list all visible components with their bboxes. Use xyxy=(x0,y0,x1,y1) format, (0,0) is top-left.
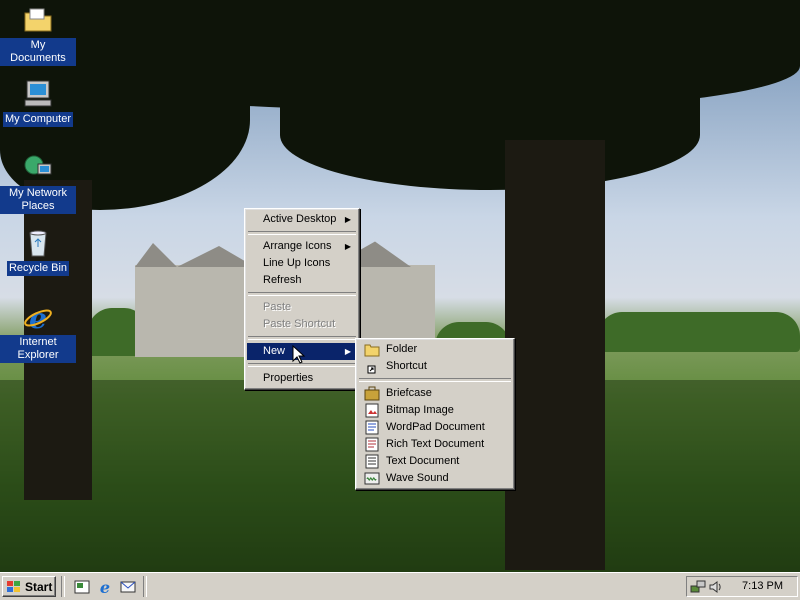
svg-text:e: e xyxy=(100,578,110,596)
menu-item-label: WordPad Document xyxy=(386,421,485,433)
menu-item-refresh[interactable]: Refresh xyxy=(247,272,357,289)
start-button[interactable]: Start xyxy=(2,576,56,597)
computer-icon xyxy=(24,80,52,107)
menu-item-label: Line Up Icons xyxy=(263,257,331,269)
menu-separator xyxy=(248,231,356,235)
menu-item-label: Arrange Icons xyxy=(263,240,332,252)
menu-item-label: Refresh xyxy=(263,274,302,286)
submenu-item-briefcase[interactable]: Briefcase xyxy=(358,385,512,402)
menu-item-label: Briefcase xyxy=(386,387,432,399)
menu-item-arrange-icons[interactable]: Arrange Icons ▶ xyxy=(247,238,357,255)
desktop-icon-label: My Network Places xyxy=(0,186,76,214)
taskbar-clock[interactable]: 7:13 PM xyxy=(742,577,783,596)
start-button-label: Start xyxy=(25,580,53,594)
internet-explorer-icon: e xyxy=(24,302,52,333)
volume-icon[interactable] xyxy=(708,579,724,595)
menu-item-label: Wave Sound xyxy=(386,472,449,484)
submenu-item-wordpad-document[interactable]: WordPad Document xyxy=(358,419,512,436)
menu-item-properties[interactable]: Properties xyxy=(247,370,357,387)
menu-item-label: Shortcut xyxy=(386,360,427,372)
desktop-icon-label: My Computer xyxy=(2,112,74,127)
menu-item-label: New xyxy=(263,345,286,357)
menu-item-paste[interactable]: Paste xyxy=(247,299,357,316)
desktop-icon-label: Internet Explorer xyxy=(0,335,76,363)
menu-separator xyxy=(248,292,356,296)
menu-item-label: Rich Text Document xyxy=(386,438,485,450)
wallpaper-tree-trunk xyxy=(505,140,605,570)
text-document-icon xyxy=(365,454,379,469)
desktop-icon-my-computer[interactable]: My Computer xyxy=(0,78,76,127)
submenu-arrow-icon: ▶ xyxy=(344,347,351,356)
outlook-express-quicklaunch-icon[interactable] xyxy=(119,578,137,596)
desktop-icon-my-documents[interactable]: My Documents xyxy=(0,4,76,66)
system-tray: 7:13 PM xyxy=(686,576,798,597)
folder-icon xyxy=(364,344,380,357)
menu-item-label: Bitmap Image xyxy=(386,404,454,416)
desktop-icon-label: Recycle Bin xyxy=(6,261,70,276)
show-desktop-icon[interactable] xyxy=(73,578,91,596)
wave-sound-icon xyxy=(364,472,380,485)
shortcut-icon xyxy=(367,365,376,374)
network-places-icon xyxy=(24,155,52,175)
menu-item-label: Active Desktop xyxy=(263,213,337,225)
menu-separator xyxy=(359,378,511,382)
submenu-item-shortcut[interactable]: Shortcut xyxy=(358,358,512,375)
folder-documents-icon xyxy=(24,8,52,32)
submenu-arrow-icon: ▶ xyxy=(344,242,351,251)
menu-item-label: Paste Shortcut xyxy=(263,318,336,330)
submenu-item-wave-sound[interactable]: Wave Sound xyxy=(358,470,512,487)
svg-text:e: e xyxy=(29,302,47,333)
submenu-item-text-document[interactable]: Text Document xyxy=(358,453,512,470)
menu-separator xyxy=(248,336,356,340)
mouse-cursor-icon xyxy=(292,345,306,364)
wallpaper-canopy xyxy=(280,80,700,190)
taskbar: Start e 7:13 PM xyxy=(0,572,800,600)
bitmap-image-icon xyxy=(365,403,379,418)
taskbar-divider xyxy=(143,576,147,597)
taskbar-divider xyxy=(61,576,65,597)
menu-item-label: Paste xyxy=(263,301,292,313)
desktop-icon-my-network-places[interactable]: My Network Places xyxy=(0,152,76,214)
menu-item-label: Properties xyxy=(263,372,314,384)
network-connection-icon[interactable] xyxy=(690,579,706,595)
briefcase-icon xyxy=(364,386,380,401)
menu-item-line-up-icons[interactable]: Line Up Icons xyxy=(247,255,357,272)
menu-item-active-desktop[interactable]: Active Desktop ▶ xyxy=(247,211,357,228)
submenu-item-folder[interactable]: Folder xyxy=(358,341,512,358)
menu-item-label: Folder xyxy=(386,343,418,355)
desktop-icon-label: My Documents xyxy=(0,38,76,66)
recycle-bin-icon xyxy=(29,230,47,257)
menu-item-paste-shortcut[interactable]: Paste Shortcut xyxy=(247,316,357,333)
menu-item-label: Text Document xyxy=(386,455,460,467)
new-submenu: Folder Shortcut Briefcase Bitmap Image W… xyxy=(355,338,515,490)
wordpad-document-icon xyxy=(365,420,379,435)
submenu-item-bitmap-image[interactable]: Bitmap Image xyxy=(358,402,512,419)
windows-logo-icon xyxy=(7,581,20,592)
internet-explorer-quicklaunch-icon[interactable]: e xyxy=(96,578,114,596)
desktop-icon-recycle-bin[interactable]: Recycle Bin xyxy=(0,227,76,276)
rich-text-document-icon xyxy=(365,437,379,452)
desktop-icon-internet-explorer[interactable]: e Internet Explorer xyxy=(0,301,76,363)
wallpaper-treeline xyxy=(598,312,800,352)
submenu-item-rich-text-document[interactable]: Rich Text Document xyxy=(358,436,512,453)
submenu-arrow-icon: ▶ xyxy=(344,215,351,224)
